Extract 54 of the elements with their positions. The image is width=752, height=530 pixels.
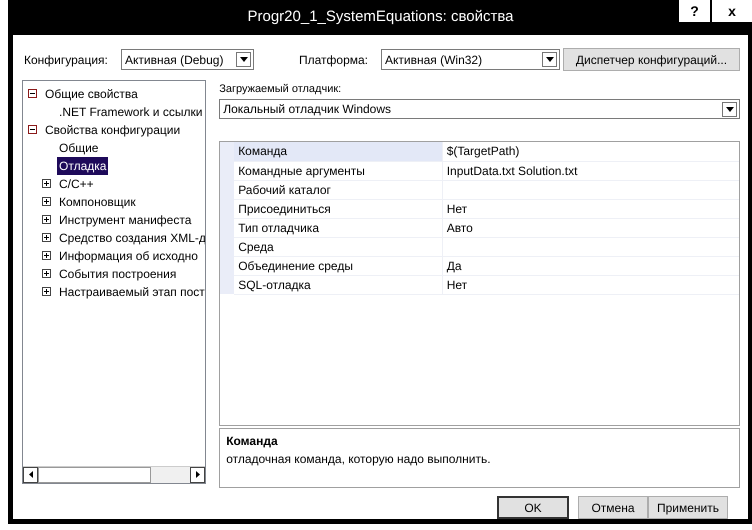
property-value[interactable]: $(TargetPath) [442,142,739,161]
description-title: Команда [226,433,279,450]
property-value[interactable]: Нет [442,199,739,218]
collapse-icon[interactable] [28,89,37,98]
property-name[interactable]: Присоединиться [234,199,442,218]
configuration-manager-button[interactable]: Диспетчер конфигураций... [563,48,740,71]
close-button[interactable]: x [712,0,752,22]
ok-button[interactable]: OK [496,496,569,519]
tree-item[interactable]: Информация об исходно [57,246,200,264]
scroll-right-button[interactable] [190,466,206,482]
apply-button[interactable]: Применить [648,496,728,519]
property-name[interactable]: Рабочий каталог [234,180,442,199]
expand-icon[interactable] [42,179,51,188]
right-arrow-icon [196,471,200,478]
property-name[interactable]: Объединение среды [234,256,442,275]
property-value[interactable]: Авто [442,218,739,237]
tree-item[interactable]: .NET Framework и ссылки [57,102,204,120]
property-name[interactable]: Командные аргументы [234,161,442,180]
expand-icon[interactable] [42,251,51,260]
debugger-dropdown[interactable]: Локальный отладчик Windows [219,99,740,119]
window-title: Progr20_1_SystemEquations: свойства [248,7,514,27]
collapse-icon[interactable] [28,125,37,134]
expand-icon[interactable] [42,233,51,242]
tree-item[interactable]: Свойства конфигурации [43,120,182,138]
platform-label: Платформа: [299,52,370,68]
property-name[interactable]: Тип отладчика [234,218,442,237]
tree-item[interactable]: Компоновщик [57,192,138,210]
debugger-label: Загружаемый отладчик: [219,82,342,96]
tree-item[interactable]: Общие свойства [43,84,140,102]
expand-icon[interactable] [42,215,51,224]
property-value[interactable]: Нет [442,275,739,294]
property-value[interactable]: Да [442,256,739,275]
property-name[interactable]: SQL-отладка [234,275,442,294]
expand-icon[interactable] [42,269,51,278]
tree-item[interactable]: Общие [57,138,100,156]
scroll-left-button[interactable] [23,466,38,482]
left-arrow-icon [28,471,32,478]
tree-item[interactable]: Отладка [57,156,108,174]
cancel-button[interactable]: Отмена [578,496,648,519]
configuration-label: Конфигурация: [24,52,109,68]
property-name[interactable]: Команда [234,142,442,161]
tree-item[interactable]: C/C++ [57,174,96,192]
property-name[interactable]: Среда [234,237,442,256]
expand-icon[interactable] [42,197,51,206]
help-button[interactable]: ? [679,0,710,22]
description-text: отладочная команда, которую надо выполнить. [226,451,492,468]
tree-item[interactable]: Настраиваемый этап пост [57,282,206,300]
scrollbar-thumb[interactable] [38,466,151,482]
configuration-dropdown[interactable]: Активная (Debug) [121,49,254,70]
tree-item[interactable]: Инструмент манифеста [57,210,194,228]
platform-dropdown[interactable]: Активная (Win32) [381,49,560,70]
tree-item[interactable]: События построения [57,264,178,282]
property-value[interactable]: InputData.txt Solution.txt [442,161,739,180]
expand-icon[interactable] [42,287,51,296]
